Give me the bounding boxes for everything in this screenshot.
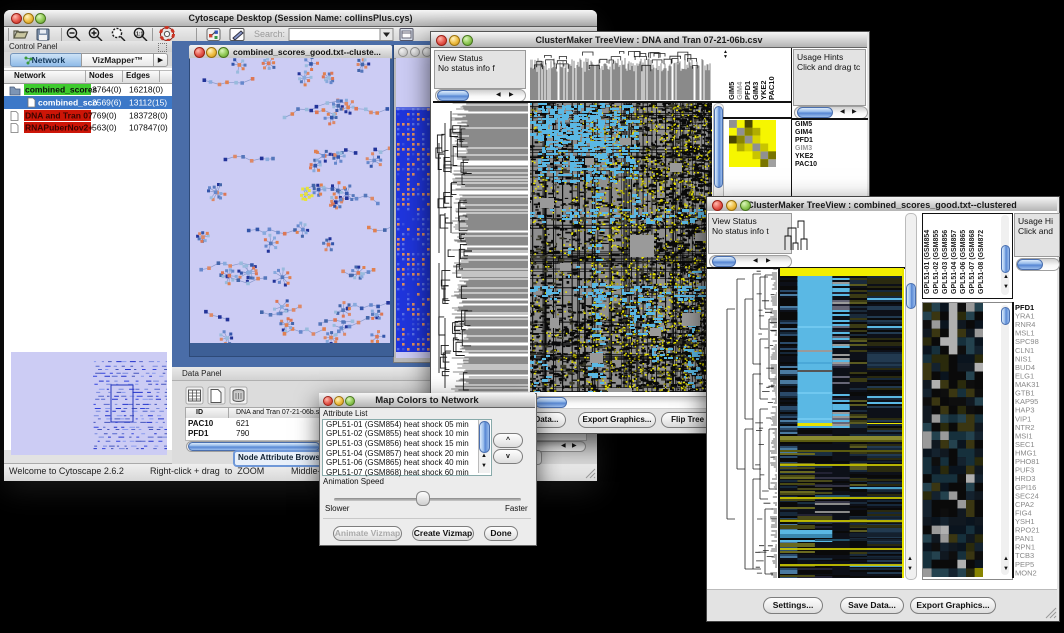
- svg-text:DNA and Tran 07: DNA and Tran 07: [25, 111, 93, 121]
- svg-text:13112(15): 13112(15): [129, 98, 167, 108]
- svg-text:1:1: 1:1: [136, 32, 143, 38]
- svg-text:183728(0): 183728(0): [129, 111, 168, 121]
- svg-text:RNAPuberNov2+: RNAPuberNov2+: [25, 123, 93, 133]
- svg-text:Search:: Search:: [254, 29, 285, 39]
- svg-text:563(0): 563(0): [92, 123, 117, 133]
- svg-text:combined_sco: combined_sco: [38, 98, 98, 108]
- svg-text:combined_scores: combined_scores: [25, 85, 98, 95]
- svg-text:769(0): 769(0): [92, 111, 117, 121]
- svg-text:107847(0): 107847(0): [129, 123, 168, 133]
- svg-text:2764(0): 2764(0): [92, 85, 121, 95]
- svg-text:MON2: MON2: [1015, 568, 1037, 577]
- svg-text:16218(0): 16218(0): [129, 85, 163, 95]
- svg-text:2569(6): 2569(6): [92, 98, 121, 108]
